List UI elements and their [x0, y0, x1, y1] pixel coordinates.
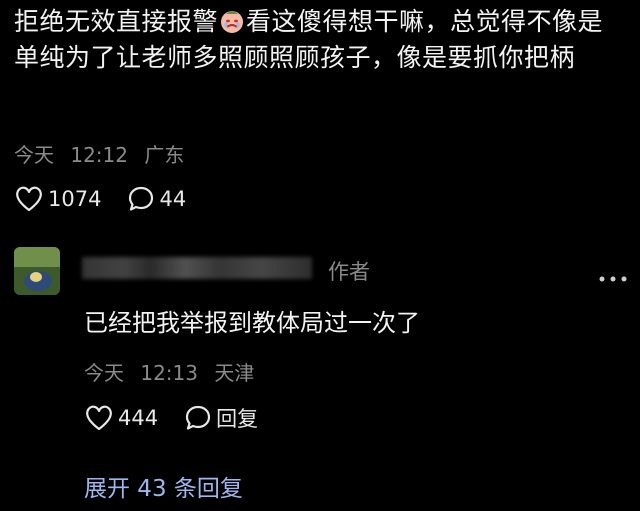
comment-icon: [184, 404, 212, 432]
reply-text: 已经把我举报到教体局过一次了: [84, 309, 420, 337]
reply-date: 今天: [84, 361, 124, 385]
expand-replies-link[interactable]: 展开 43 条回复: [84, 469, 243, 503]
reply-location: 天津: [214, 361, 255, 385]
post-meta: 今天 12:12 广东: [14, 139, 184, 168]
post-like-count: 1074: [48, 187, 102, 211]
reply-actions: 444 回复: [84, 403, 258, 433]
post-actions: 1074 44: [14, 185, 186, 213]
more-options-icon[interactable]: [598, 268, 628, 282]
post-location: 广东: [144, 143, 185, 167]
post-comment-count: 44: [159, 187, 187, 211]
reply-reply-label: 回复: [216, 407, 259, 431]
reply-like-button[interactable]: 444: [84, 404, 158, 432]
crying-face-icon: [219, 8, 245, 34]
reply-like-count: 444: [118, 406, 159, 430]
blurred-username: [82, 257, 312, 279]
post-date: 今天: [14, 143, 54, 167]
post-text: 拒绝无效直接报警 看这傻得想干嘛，总觉得不像是单纯为了让老师多照顾照顾孩子，像是…: [14, 4, 628, 76]
author-tag: 作者: [328, 260, 370, 284]
reply-meta: 今天 12:13 天津: [84, 357, 254, 386]
reply-time: 12:13: [140, 361, 198, 385]
avatar[interactable]: [14, 247, 60, 295]
heart-icon: [14, 185, 44, 213]
heart-icon: [84, 404, 114, 432]
reply-reply-button[interactable]: 回复: [184, 403, 258, 433]
post-like-button[interactable]: 1074: [14, 185, 101, 213]
comment-icon: [127, 185, 155, 213]
post-comment-button[interactable]: 44: [127, 185, 186, 213]
post-text-part-1: 拒绝无效直接报警: [14, 7, 219, 36]
post-time: 12:12: [70, 143, 128, 167]
